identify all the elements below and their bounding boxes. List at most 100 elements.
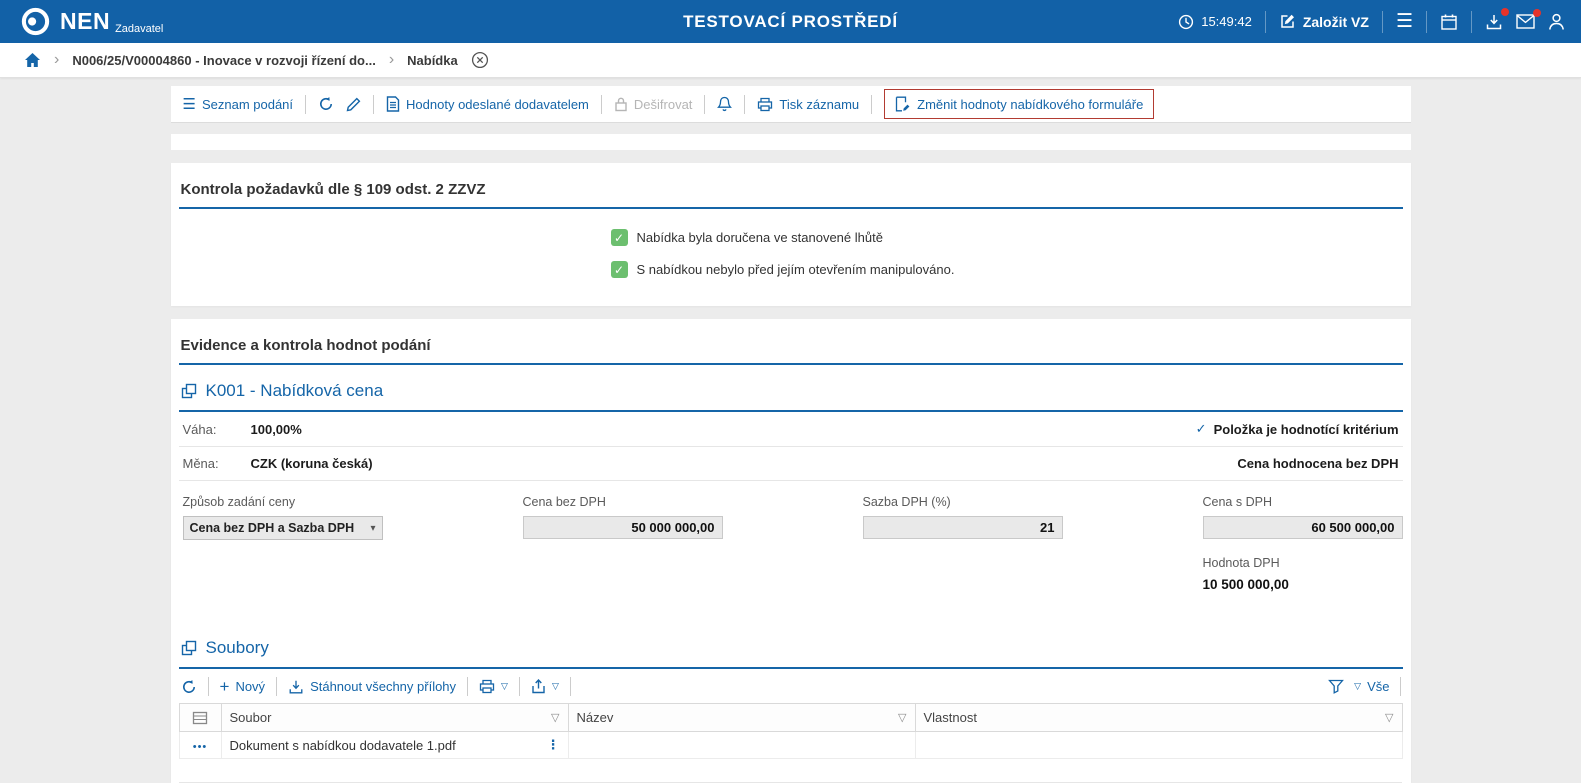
server-time-value: 15:49:42 (1201, 14, 1252, 29)
seznam-podani-button[interactable]: ☰ Seznam podání (183, 97, 294, 112)
mena-row: Měna: CZK (koruna česká) Cena hodnocena … (179, 447, 1403, 481)
check-row-manipulace: ✓ S nabídkou nebylo před jejím otevřením… (611, 261, 1403, 278)
cena-s-dph-field: Cena s DPH (1203, 495, 1403, 540)
downloads-button[interactable] (1485, 13, 1503, 31)
stahnout-prilohy-button[interactable]: Stáhnout všechny přílohy (288, 679, 456, 695)
hodnocena-flag-label: Cena hodnocena bez DPH (1237, 456, 1398, 471)
filter-dropdown-icon[interactable]: ▽ (1385, 711, 1393, 724)
edit-square-icon (1279, 13, 1296, 30)
refresh-icon (181, 679, 197, 695)
table-row[interactable]: ••• Dokument s nabídkou dodavatele 1.pdf… (179, 732, 1402, 759)
zpusob-label: Způsob zadání ceny (183, 495, 383, 509)
printer-icon (757, 97, 773, 112)
envelope-icon (1516, 14, 1535, 29)
kriterium-flag: ✓ Položka je hodnotící kritérium (1196, 421, 1399, 437)
zmenit-hodnoty-label: Změnit hodnoty nabídkového formuláře (917, 97, 1143, 112)
section-icon (181, 640, 197, 656)
desifrovat-label: Dešifrovat (634, 97, 693, 112)
files-table: Soubor ▽ Název ▽ Vlastnost ▽ (179, 703, 1403, 783)
header-divider (1426, 11, 1427, 33)
tisk-zaznamu-button[interactable]: Tisk záznamu (757, 97, 859, 112)
kontrola-panel: Kontrola požadavků dle § 109 odst. 2 ZZV… (171, 163, 1411, 306)
toolbar-divider (1400, 677, 1401, 696)
toolbar-divider (519, 677, 520, 696)
columns-settings-header[interactable] (179, 704, 221, 732)
zpusob-field: Způsob zadání ceny Cena bez DPH a Sazba … (183, 495, 383, 540)
filter-button[interactable] (1328, 679, 1344, 694)
person-icon (1548, 13, 1565, 31)
header-divider (1382, 11, 1383, 33)
create-vz-button[interactable]: Založit VZ (1279, 13, 1369, 30)
select-arrow-icon: ▾ (370, 523, 375, 534)
cena-s-dph-label: Cena s DPH (1203, 495, 1403, 509)
vse-filter-select[interactable]: ▽ Vše (1354, 679, 1389, 694)
soubory-refresh-button[interactable] (181, 679, 197, 695)
breadcrumb-item-nabidka[interactable]: Nabídka (407, 53, 458, 68)
lock-icon (614, 96, 628, 112)
export-menu-button[interactable]: ▽ (531, 679, 559, 694)
novy-button[interactable]: + Nový (220, 678, 266, 695)
hodnoty-odeslane-button[interactable]: Hodnoty odeslané dodavatelem (386, 96, 589, 112)
close-tab-icon[interactable] (471, 51, 489, 69)
profile-button[interactable] (1548, 13, 1565, 31)
column-header-vlastnost[interactable]: Vlastnost ▽ (915, 704, 1402, 732)
sazba-dph-field: Sazba DPH (%) (863, 495, 1063, 540)
section-icon (181, 383, 197, 399)
novy-label: Nový (235, 679, 265, 694)
vaha-label: Váha: (183, 422, 241, 437)
file-name[interactable]: Dokument s nabídkou dodavatele 1.pdf (230, 738, 456, 753)
filter-dropdown-icon[interactable]: ▽ (898, 711, 906, 724)
nen-logo[interactable]: NEN Zadavatel (20, 6, 163, 37)
toolbar-divider (704, 95, 705, 114)
cell-menu-icon[interactable]: ⋮ (547, 737, 560, 753)
cena-s-dph-input[interactable] (1203, 516, 1403, 539)
tisk-zaznamu-label: Tisk záznamu (779, 97, 859, 112)
column-header-nazev[interactable]: Název ▽ (568, 704, 915, 732)
column-header-soubor[interactable]: Soubor ▽ (221, 704, 568, 732)
printer-icon (479, 679, 495, 694)
zmenit-hodnoty-button[interactable]: Změnit hodnoty nabídkového formuláře (884, 89, 1154, 119)
calendar-icon (1440, 13, 1458, 31)
column-header-label: Soubor (230, 710, 272, 725)
toolbar-divider (276, 677, 277, 696)
bell-icon (717, 96, 732, 112)
download-icon (288, 679, 304, 695)
mena-label: Měna: (183, 456, 241, 471)
k001-title: K001 - Nabídková cena (206, 381, 384, 401)
hodnota-dph-label: Hodnota DPH (1203, 556, 1403, 570)
hodnoty-odeslane-label: Hodnoty odeslané dodavatelem (406, 97, 589, 112)
check-label: Nabídka byla doručena ve stanovené lhůtě (637, 230, 883, 245)
cena-bez-dph-input[interactable] (523, 516, 723, 539)
soubory-title: Soubory (206, 638, 269, 658)
pencil-icon (346, 97, 361, 112)
hodnota-dph-field: Hodnota DPH 10 500 000,00 (1203, 556, 1403, 596)
export-icon (531, 679, 546, 694)
server-time: 15:49:42 (1178, 14, 1252, 30)
toolbar-divider (208, 677, 209, 696)
sazba-dph-input[interactable] (863, 516, 1063, 539)
green-check-icon: ✓ (611, 229, 628, 246)
mena-value: CZK (koruna česká) (251, 456, 373, 471)
edit-button[interactable] (346, 97, 361, 112)
breadcrumb-item-procurement[interactable]: N006/25/V00004860 - Inovace v rozvoji ří… (72, 53, 375, 68)
notifications-button[interactable] (717, 96, 732, 112)
home-icon[interactable] (24, 52, 41, 68)
calendar-button[interactable] (1440, 13, 1458, 31)
print-menu-button[interactable]: ▽ (479, 679, 508, 694)
price-fields: Způsob zadání ceny Cena bez DPH a Sazba … (179, 481, 1403, 596)
messages-button[interactable] (1516, 14, 1535, 29)
zpusob-zadani-ceny-select[interactable]: Cena bez DPH a Sazba DPH ▾ (183, 516, 383, 540)
main-menu-button[interactable]: ☰ (1396, 12, 1413, 31)
list-icon: ☰ (183, 97, 196, 112)
column-header-label: Vlastnost (924, 710, 977, 725)
kontrola-title: Kontrola požadavků dle § 109 odst. 2 ZZV… (179, 181, 1403, 209)
brand-role: Zadavatel (115, 23, 163, 35)
dropdown-arrow-icon: ▽ (501, 681, 508, 692)
sazba-dph-label: Sazba DPH (%) (863, 495, 1063, 509)
refresh-button[interactable] (318, 96, 334, 112)
filter-dropdown-icon[interactable]: ▽ (551, 711, 559, 724)
row-menu-icon[interactable]: ••• (193, 741, 208, 753)
stahnout-prilohy-label: Stáhnout všechny přílohy (310, 679, 456, 694)
toolbar-divider (467, 677, 468, 696)
breadcrumb-separator: › (389, 52, 394, 68)
